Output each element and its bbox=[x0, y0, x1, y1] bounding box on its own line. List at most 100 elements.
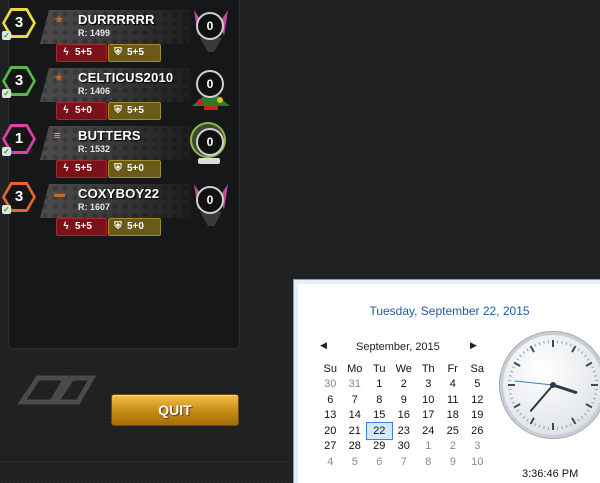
calendar-day[interactable]: 25 bbox=[441, 423, 466, 439]
calendar-day[interactable]: 21 bbox=[343, 423, 368, 439]
clock-tick bbox=[535, 344, 536, 347]
name-bar: ▬ COXYBOY22 R: 1607 bbox=[40, 184, 190, 218]
calendar-day[interactable]: 8 bbox=[367, 392, 392, 408]
player-row[interactable]: 3 ✓ ★ DURRRRRR R: 1499 ϟ5+5 ⛨5+5 0 bbox=[0, 4, 240, 62]
calendar-day[interactable]: 10 bbox=[465, 454, 490, 470]
calendar-day[interactable]: 6 bbox=[367, 454, 392, 470]
player-row[interactable]: 3 ✓ ★ CELTICUS2010 R: 1406 ϟ5+0 ⛨5+5 0 bbox=[0, 62, 240, 120]
calendar-day[interactable]: 22 bbox=[367, 423, 392, 439]
calendar-day[interactable]: 20 bbox=[318, 423, 343, 439]
robot-horns-icon: 0 bbox=[188, 6, 234, 58]
weekday-header: SuMoTuWeThFrSa bbox=[318, 361, 490, 377]
calendar-day[interactable]: 10 bbox=[416, 392, 441, 408]
clock-tick bbox=[535, 423, 536, 426]
score-value: 0 bbox=[196, 12, 224, 40]
calendar-day[interactable]: 2 bbox=[392, 377, 417, 393]
calendar-day[interactable]: 30 bbox=[392, 439, 417, 455]
shield-icon: ⛨ bbox=[112, 219, 124, 235]
clock-tick bbox=[531, 346, 535, 352]
clock-tick bbox=[586, 404, 592, 408]
calendar-day[interactable]: 30 bbox=[318, 377, 343, 393]
player-row[interactable]: 3 ✓ ▬ COXYBOY22 R: 1607 ϟ5+5 ⛨5+0 0 bbox=[0, 178, 240, 236]
calendar-day[interactable]: 19 bbox=[465, 408, 490, 424]
calendar-day[interactable]: 27 bbox=[318, 439, 343, 455]
clock-tick bbox=[594, 394, 597, 395]
calendar-day[interactable]: 14 bbox=[343, 408, 368, 424]
calendar-day[interactable]: 29 bbox=[367, 439, 392, 455]
clock-tick bbox=[512, 367, 515, 368]
weekday-label: Sa bbox=[465, 361, 490, 377]
calendar-day[interactable]: 9 bbox=[441, 454, 466, 470]
clock-tick bbox=[520, 355, 522, 357]
calendar-day[interactable]: 15 bbox=[367, 408, 392, 424]
clock-tick bbox=[581, 352, 583, 354]
player-row[interactable]: 1 ✓ ≡ BUTTERS R: 1532 ϟ5+5 ⛨5+0 0 bbox=[0, 120, 240, 178]
month-label[interactable]: September, 2015 bbox=[356, 341, 440, 353]
calendar-day[interactable]: 5 bbox=[343, 454, 368, 470]
robot-horns-icon: 0 bbox=[188, 180, 234, 232]
clock-tick bbox=[587, 359, 589, 361]
clock-tick bbox=[566, 425, 567, 428]
calendar-day[interactable]: 7 bbox=[392, 454, 417, 470]
clock-tick bbox=[531, 418, 535, 424]
check-icon: ✓ bbox=[2, 31, 11, 40]
shield-icon: ⛨ bbox=[112, 161, 124, 177]
calendar-day[interactable]: 28 bbox=[343, 439, 368, 455]
lightning-icon: ϟ bbox=[60, 103, 72, 119]
calendar-body: 3031123456789101112131415161718192021222… bbox=[318, 377, 490, 470]
calendar-day[interactable]: 9 bbox=[392, 392, 417, 408]
clock-tick bbox=[591, 367, 594, 368]
next-month-icon[interactable]: ▶ bbox=[470, 340, 477, 351]
bar-rank-icon: ▬ bbox=[54, 188, 66, 200]
calendar-day[interactable]: 24 bbox=[416, 423, 441, 439]
clock-tick bbox=[594, 376, 597, 377]
calendar-day[interactable]: 18 bbox=[441, 408, 466, 424]
check-icon: ✓ bbox=[2, 205, 11, 214]
calendar-day[interactable]: 23 bbox=[392, 423, 417, 439]
calendar-day[interactable]: 1 bbox=[416, 439, 441, 455]
attack-badge: ϟ5+5 bbox=[56, 218, 107, 236]
clock-face-svg bbox=[503, 335, 600, 435]
calendar-day[interactable]: 12 bbox=[465, 392, 490, 408]
calendar-day[interactable]: 13 bbox=[318, 408, 343, 424]
calendar-day[interactable]: 4 bbox=[318, 454, 343, 470]
calendar-day[interactable]: 11 bbox=[441, 392, 466, 408]
calendar-day[interactable]: 4 bbox=[441, 377, 466, 393]
calendar-day[interactable]: 3 bbox=[465, 439, 490, 455]
defense-value: 5+0 bbox=[127, 163, 144, 174]
clock-tick bbox=[572, 346, 576, 352]
weekday-label: Fr bbox=[441, 361, 466, 377]
clock-tick bbox=[523, 352, 525, 354]
calendar-day[interactable]: 17 bbox=[416, 408, 441, 424]
player-name: CELTICUS2010 bbox=[78, 70, 173, 85]
clock-tick bbox=[591, 402, 594, 403]
calendar-week: 20212223242526 bbox=[318, 423, 490, 439]
date-header-link[interactable]: Tuesday, September 22, 2015 bbox=[298, 304, 600, 318]
calendar-week: 45678910 bbox=[318, 454, 490, 470]
calendar-day[interactable]: 26 bbox=[465, 423, 490, 439]
calendar-day[interactable]: 6 bbox=[318, 392, 343, 408]
calendar-day[interactable]: 3 bbox=[416, 377, 441, 393]
name-bar: ★ CELTICUS2010 R: 1406 bbox=[40, 68, 190, 102]
clock-tick bbox=[527, 349, 529, 351]
calendar-day[interactable]: 31 bbox=[343, 377, 368, 393]
calendar-day[interactable]: 5 bbox=[465, 377, 490, 393]
calendar-day[interactable]: 8 bbox=[416, 454, 441, 470]
lightning-icon: ϟ bbox=[60, 161, 72, 177]
calendar-day[interactable]: 2 bbox=[441, 439, 466, 455]
calendar-week: 13141516171819 bbox=[318, 408, 490, 424]
calendar-day[interactable]: 1 bbox=[367, 377, 392, 393]
shield-icon: ⛨ bbox=[112, 45, 124, 61]
calendar-day[interactable]: 16 bbox=[392, 408, 417, 424]
clock-tick bbox=[509, 376, 512, 377]
attack-value: 5+5 bbox=[75, 47, 92, 58]
prev-month-icon[interactable]: ◀ bbox=[320, 340, 327, 351]
snowman-christmas-icon: 0 bbox=[188, 64, 234, 116]
quit-button[interactable]: QUIT bbox=[111, 394, 239, 426]
attack-value: 5+0 bbox=[75, 105, 92, 116]
calendar-day[interactable]: 7 bbox=[343, 392, 368, 408]
clock-tick bbox=[514, 404, 520, 408]
player-rating: R: 1406 bbox=[78, 86, 110, 96]
analog-clock bbox=[500, 332, 600, 438]
clock-tick bbox=[517, 359, 519, 361]
